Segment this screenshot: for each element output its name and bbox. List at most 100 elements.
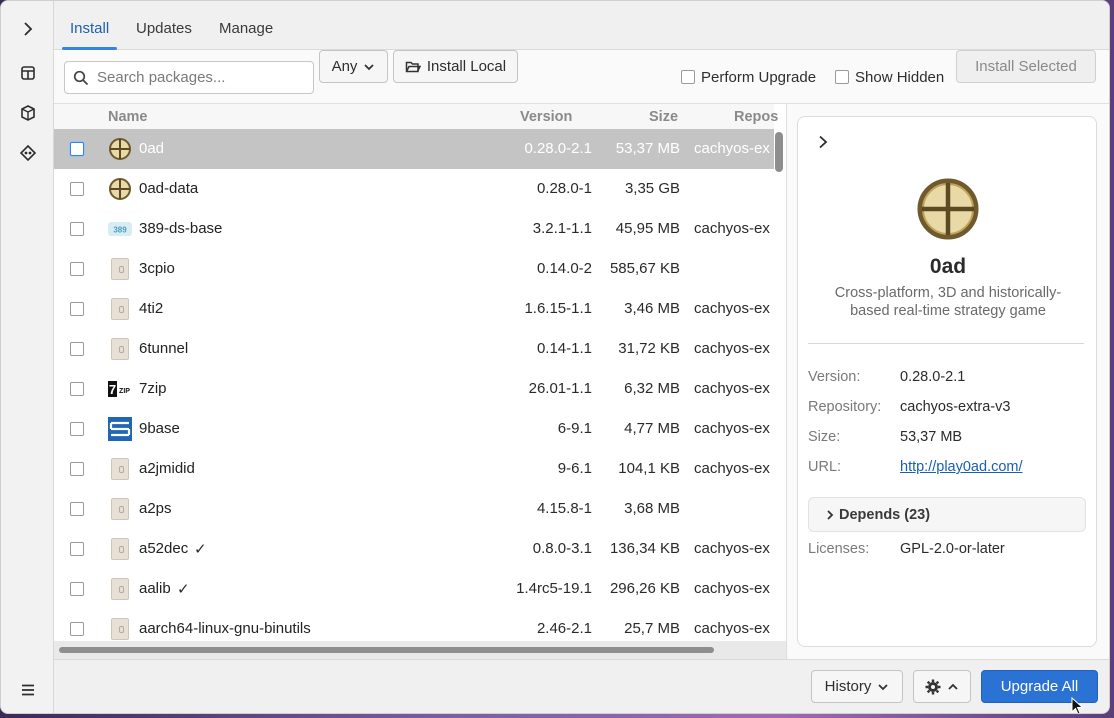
chevron-right-icon (827, 509, 834, 520)
vertical-scrollbar[interactable] (775, 132, 783, 172)
package-name-cell: 9base (139, 420, 180, 437)
svg-text:389: 389 (113, 226, 127, 235)
row-checkbox[interactable] (70, 622, 84, 636)
package-description: Cross-platform, 3D and historically-base… (834, 285, 1062, 319)
repo-cell: cachyos-ex (694, 380, 770, 397)
tab-updates[interactable]: Updates (124, 1, 204, 50)
table-row[interactable]: aalib ✓ 1.4rc5-19.1 296,26 KB cachyos-ex (54, 569, 774, 609)
table-row[interactable]: a2ps 4.15.8-1 3,68 MB (54, 489, 774, 529)
version-key: Version: (808, 369, 861, 385)
tab-manage[interactable]: Manage (207, 1, 285, 50)
table-row[interactable]: 6tunnel 0.14-1.1 31,72 KB cachyos-ex (54, 329, 774, 369)
search-icon (73, 70, 89, 85)
size-cell: 3,46 MB (624, 300, 680, 317)
settings-menu-button[interactable] (913, 670, 971, 703)
chevron-right-icon[interactable] (14, 15, 42, 43)
package-icon[interactable] (14, 59, 42, 87)
table-row[interactable]: a52dec ✓ 0.8.0-3.1 136,34 KB cachyos-ex (54, 529, 774, 569)
history-dropdown[interactable]: History (811, 670, 903, 703)
table-row[interactable]: 3cpio 0.14.0-2 585,67 KB (54, 249, 774, 289)
7zip-icon: 7 ZIP (108, 377, 132, 401)
table-row[interactable]: 0ad 0.28.0-2.1 53,37 MB cachyos-ex (54, 129, 774, 169)
table-row[interactable]: 9base 6-9.1 4,77 MB cachyos-ex (54, 409, 774, 449)
column-header-name[interactable]: Name (108, 109, 148, 125)
table-row[interactable]: 4ti2 1.6.15-1.1 3,46 MB cachyos-ex (54, 289, 774, 329)
row-checkbox[interactable] (70, 462, 84, 476)
row-checkbox[interactable] (70, 422, 84, 436)
package-file-icon (108, 337, 132, 361)
row-checkbox[interactable] (70, 142, 84, 156)
repo-cell: cachyos-ex (694, 420, 770, 437)
version-cell: 2.46-2.1 (536, 620, 592, 637)
url-value: http://play0ad.com/ (900, 459, 1023, 475)
version-cell: 0.28.0-1 (536, 180, 592, 197)
folder-open-icon (405, 61, 421, 72)
row-checkbox[interactable] (70, 302, 84, 316)
installed-check-icon: ✓ (177, 581, 190, 598)
chevron-right-icon[interactable] (816, 135, 830, 153)
row-checkbox[interactable] (70, 542, 84, 556)
size-cell: 3,35 GB (624, 180, 680, 197)
url-key: URL: (808, 459, 842, 475)
url-link[interactable]: http://play0ad.com/ (900, 459, 1023, 475)
column-header-repos[interactable]: Repos (734, 109, 778, 125)
column-header-version[interactable]: Version (520, 109, 572, 125)
install-local-button[interactable]: Install Local (393, 50, 518, 83)
row-checkbox[interactable] (70, 342, 84, 356)
licenses-key: Licenses: (808, 541, 870, 557)
repository-value: cachyos-extra-v3 (900, 399, 1011, 415)
package-name-cell: 389-ds-base (139, 220, 223, 237)
row-checkbox[interactable] (70, 262, 84, 276)
package-name: 0ad (929, 255, 967, 278)
version-cell: 0.14-1.1 (536, 340, 592, 357)
package-name-cell: a2jmidid (139, 460, 195, 477)
history-label: History (824, 678, 872, 695)
size-cell: 45,95 MB (615, 220, 680, 237)
size-cell: 585,67 KB (609, 260, 680, 277)
side-rail (1, 1, 54, 713)
row-checkbox[interactable] (70, 382, 84, 396)
repo-cell: cachyos-ex (694, 460, 770, 477)
box-icon[interactable] (14, 99, 42, 127)
repo-cell: cachyos-ex (694, 220, 770, 237)
install-selected-button[interactable]: Install Selected (956, 50, 1096, 83)
show-hidden-toggle[interactable]: Show Hidden (835, 50, 944, 104)
show-hidden-checkbox[interactable] (835, 70, 849, 84)
row-checkbox[interactable] (70, 582, 84, 596)
package-name-cell: 6tunnel (139, 340, 189, 357)
horizontal-scrollbar[interactable] (59, 647, 714, 653)
perform-upgrade-toggle[interactable]: Perform Upgrade (681, 50, 816, 104)
version-cell: 9-6.1 (557, 460, 592, 477)
column-header-size[interactable]: Size (649, 109, 678, 125)
svg-text:7: 7 (109, 382, 116, 397)
tab-install[interactable]: Install (58, 1, 121, 50)
chevron-down-icon (364, 63, 375, 70)
package-detail-panel: 0ad Cross-platform, 3D and historically-… (797, 116, 1097, 647)
row-checkbox[interactable] (70, 502, 84, 516)
filter-dropdown[interactable]: Any (319, 50, 388, 83)
row-checkbox[interactable] (70, 182, 84, 196)
search-box (64, 61, 314, 94)
row-checkbox[interactable] (70, 222, 84, 236)
table-row[interactable]: a2jmidid 9-6.1 104,1 KB cachyos-ex (54, 449, 774, 489)
chevron-down-icon (878, 683, 888, 690)
table-row[interactable]: 7 ZIP 7zip 26.01-1.1 6,32 MB cachyos-ex (54, 369, 774, 409)
package-name-cell: 0ad-data (139, 180, 199, 197)
package-name-cell: aarch64-linux-gnu-binutils (139, 620, 311, 637)
size-key: Size: (808, 429, 841, 445)
installed-check-icon: ✓ (194, 541, 207, 558)
package-file-icon (108, 617, 132, 641)
source-control-icon[interactable] (14, 139, 42, 167)
table-row[interactable]: 0ad-data 0.28.0-1 3,35 GB (54, 169, 774, 209)
mouse-cursor-icon (1071, 696, 1085, 713)
menu-icon[interactable] (14, 676, 42, 704)
search-input[interactable] (97, 69, 297, 86)
depends-expander[interactable]: Depends (23) (808, 497, 1086, 532)
svg-text:ZIP: ZIP (119, 388, 130, 395)
389-ds-icon: 389 (108, 217, 132, 241)
perform-upgrade-checkbox[interactable] (681, 70, 695, 84)
package-name-cell: 0ad (139, 140, 165, 157)
size-value: 53,37 MB (900, 429, 963, 445)
package-file-icon (108, 537, 132, 561)
table-row[interactable]: 389 389-ds-base 3.2.1-1.1 45,95 MB cachyos-e… (54, 209, 774, 249)
